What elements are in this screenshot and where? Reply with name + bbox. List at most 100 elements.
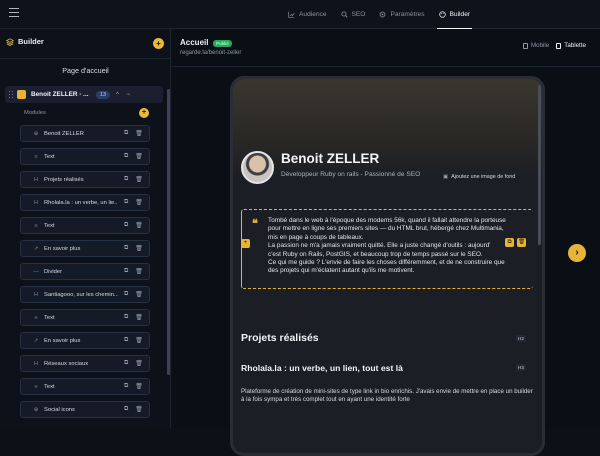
image-icon: ▣ <box>443 174 449 180</box>
search-icon <box>340 11 348 18</box>
duplicate-icon[interactable]: ⧉ <box>124 268 128 275</box>
avatar[interactable] <box>241 151 274 184</box>
module-type-icon: H <box>34 199 38 206</box>
chevron-up-icon[interactable]: ^ <box>116 92 119 98</box>
preview-scrollbar[interactable] <box>538 85 541 245</box>
view-mobile-button[interactable]: Mobile <box>523 42 549 49</box>
tab-parametres-label: Paramètres <box>390 11 425 18</box>
more-options-icon[interactable]: ··· <box>126 91 131 98</box>
add-block-button[interactable]: + <box>241 239 250 248</box>
trash-icon[interactable]: 🗑 <box>135 222 143 229</box>
tab-seo[interactable]: SEO <box>334 0 373 29</box>
duplicate-icon[interactable]: ⧉ <box>124 130 128 137</box>
quote-line: mis en page à coups de tableaux. <box>268 233 364 241</box>
duplicate-icon[interactable]: ⧉ <box>124 337 128 344</box>
module-type-icon: ≡ <box>34 153 38 160</box>
page-item[interactable]: Benoit ZELLER - ... 13 ^ ··· <box>5 86 163 103</box>
module-item[interactable]: H Projets réalisés ⧉ 🗑 <box>20 171 150 188</box>
trash-icon[interactable]: 🗑 <box>135 406 143 413</box>
status-badge: Publié <box>213 40 232 47</box>
trash-icon[interactable]: 🗑 <box>135 268 143 275</box>
chevron-right-icon[interactable]: › <box>568 244 586 262</box>
module-item[interactable]: H Rholala.la : un verbe, un lie... ⧉ 🗑 <box>20 194 150 211</box>
subsection-heading[interactable]: Rholala.la : un verbe, un lien, tout est… <box>241 363 403 373</box>
module-label: En savoir plus <box>44 245 81 252</box>
duplicate-icon[interactable]: ⧉ <box>124 222 128 229</box>
duplicate-icon[interactable]: ⧉ <box>124 245 128 252</box>
duplicate-icon[interactable]: ⧉ <box>124 314 128 321</box>
module-item[interactable]: ↗ En savoir plus ⧉ 🗑 <box>20 240 150 257</box>
page-icon <box>17 90 26 99</box>
trash-icon[interactable]: 🗑 <box>135 314 143 321</box>
tab-audience[interactable]: Audience <box>281 0 334 29</box>
heading-level-badge: H2 <box>516 335 526 342</box>
quote-line: La passion ne m'a jamais vraiment quitté… <box>268 242 491 250</box>
tablet-preview: Benoit ZELLER Développeur Ruby on rails … <box>230 76 545 456</box>
trash-icon[interactable]: 🗑 <box>135 153 143 160</box>
tab-builder-label: Builder <box>449 11 471 18</box>
sidebar-scrollbar[interactable] <box>167 89 170 375</box>
tab-parametres[interactable]: Paramètres <box>372 0 431 29</box>
profile-name: Benoit ZELLER <box>281 151 380 166</box>
module-count-badge: 13 <box>96 90 110 99</box>
menu-icon[interactable] <box>9 8 19 17</box>
duplicate-icon[interactable]: ⧉ <box>124 360 128 367</box>
trash-icon[interactable]: 🗑 <box>135 199 143 206</box>
trash-icon[interactable]: 🗑 <box>135 291 143 298</box>
drag-handle-icon[interactable] <box>8 90 14 99</box>
main-panel: Accueil Publié regarde.la/benoit-zeller … <box>172 29 600 456</box>
module-label: Divider <box>44 268 63 275</box>
duplicate-icon[interactable]: ⧉ <box>124 406 128 413</box>
add-module-button[interactable]: + <box>139 108 149 118</box>
quote-text[interactable]: Tombé dans le web à l'époque des modems … <box>268 217 526 276</box>
trash-icon[interactable]: 🗑 <box>135 337 143 344</box>
duplicate-block-icon[interactable]: ⧉ <box>505 238 514 247</box>
module-label: Text <box>44 153 55 160</box>
divider <box>172 66 600 67</box>
duplicate-icon[interactable]: ⧉ <box>124 291 128 298</box>
trash-icon[interactable]: 🗑 <box>135 360 143 367</box>
page-url[interactable]: regarde.la/benoit-zeller <box>180 50 241 56</box>
module-label: Benoit ZELLER <box>44 130 84 137</box>
trash-icon[interactable]: 🗑 <box>135 176 143 183</box>
view-tablet-button[interactable]: Tablette <box>556 42 586 49</box>
module-item[interactable]: ≡ Text ⧉ 🗑 <box>20 378 150 395</box>
module-label: Text <box>44 222 55 229</box>
gear-icon <box>380 11 386 18</box>
project-description[interactable]: Plateforme de création de mini-sites de … <box>241 388 533 405</box>
view-mobile-label: Mobile <box>531 42 550 49</box>
page-title: Page d'accueil <box>62 66 109 75</box>
quote-line: Tombé dans le web à l'époque des modems … <box>268 217 506 224</box>
quote-line: des projets qui m'éclatent autant qu'ils… <box>268 267 415 275</box>
tablet-icon <box>556 42 562 49</box>
add-page-button[interactable]: + <box>153 38 164 49</box>
module-item[interactable]: ↗ En savoir plus ⧉ 🗑 <box>20 332 150 349</box>
module-item[interactable]: ≡ Text ⧉ 🗑 <box>20 309 150 326</box>
trash-icon[interactable]: 🗑 <box>135 383 143 390</box>
modules-label: Modules <box>24 110 46 116</box>
module-type-icon: ≡ <box>34 314 38 321</box>
module-item[interactable]: — Divider ⧉ 🗑 <box>20 263 150 280</box>
module-item[interactable]: H Réseaux sociaux ⧉ 🗑 <box>20 355 150 372</box>
module-item[interactable]: ≡ Text ⧉ 🗑 <box>20 148 150 165</box>
add-background-button[interactable]: ▣ Ajoutez une image de fond <box>443 174 515 180</box>
module-type-icon: H <box>34 176 38 183</box>
delete-block-icon[interactable]: 🗑 <box>517 238 526 247</box>
module-type-icon: — <box>33 268 39 275</box>
module-type-icon: ⊕ <box>33 406 39 413</box>
trash-icon[interactable]: 🗑 <box>135 130 143 137</box>
section-heading[interactable]: Projets réalisés <box>241 332 319 344</box>
tab-audience-label: Audience <box>299 11 327 18</box>
module-item[interactable]: ⊕ Social icons ⧉ 🗑 <box>20 401 150 418</box>
module-item[interactable]: ≡ Text ⧉ 🗑 <box>20 217 150 234</box>
duplicate-icon[interactable]: ⧉ <box>124 153 128 160</box>
duplicate-icon[interactable]: ⧉ <box>124 383 128 390</box>
sidebar-title: Builder <box>18 37 44 46</box>
duplicate-icon[interactable]: ⧉ <box>124 199 128 206</box>
module-item[interactable]: H Santiagooo, sur les chemin... ⧉ 🗑 <box>20 286 150 303</box>
duplicate-icon[interactable]: ⧉ <box>124 176 128 183</box>
tab-builder[interactable]: Builder <box>432 0 478 29</box>
view-tablet-label: Tablette <box>564 42 586 49</box>
trash-icon[interactable]: 🗑 <box>135 245 143 252</box>
module-item[interactable]: ⊕ Benoit ZELLER ⧉ 🗑 <box>20 125 150 142</box>
